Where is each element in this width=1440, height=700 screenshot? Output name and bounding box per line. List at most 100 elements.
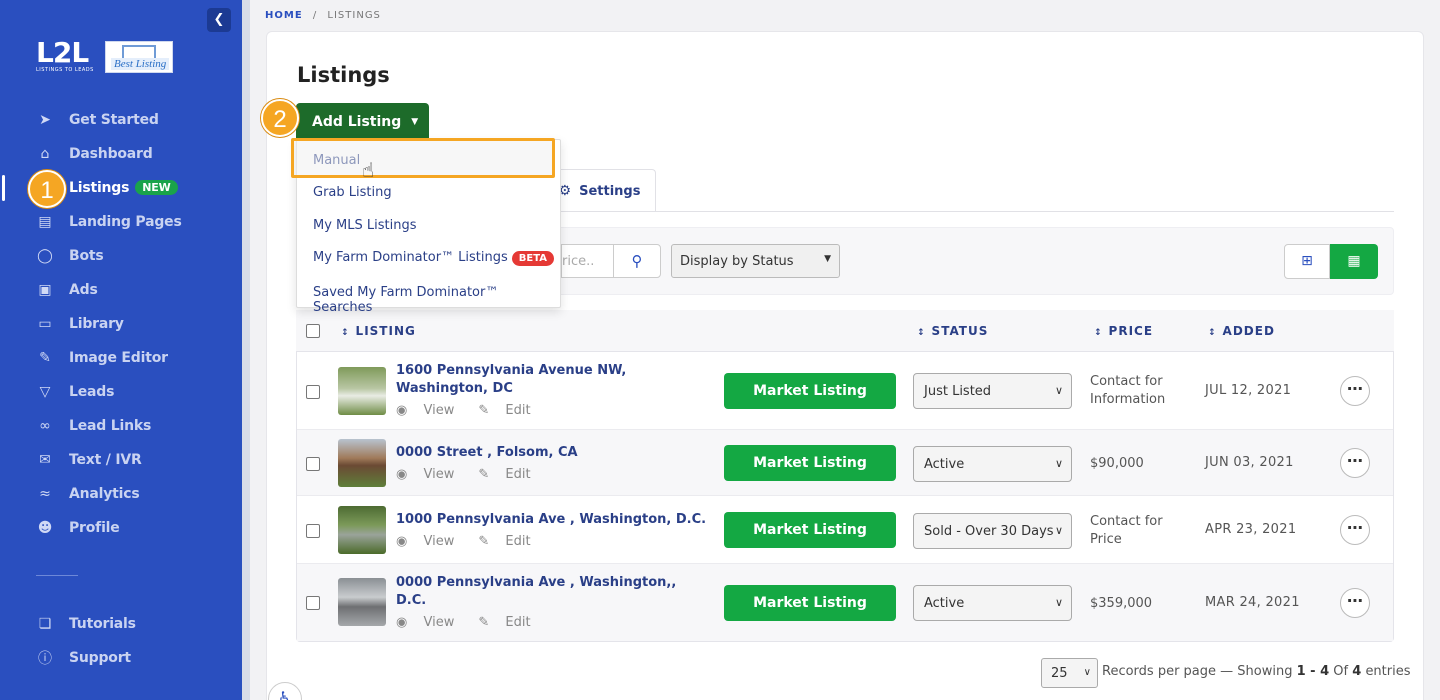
sidebar-item-get-started[interactable]: ➤ Get Started <box>0 103 242 137</box>
active-indicator <box>2 175 5 201</box>
sidebar-item-analytics[interactable]: ≈ Analytics <box>0 477 242 511</box>
row-checkbox[interactable] <box>306 596 320 610</box>
home-icon: ⌂ <box>40 146 50 162</box>
beta-badge: BETA <box>511 251 555 266</box>
sidebar-item-profile[interactable]: ☻ Profile <box>0 511 242 545</box>
view-link[interactable]: ◉ View <box>396 615 466 630</box>
listing-price: Contact for Price <box>1090 514 1163 547</box>
listing-address[interactable]: 0000 Pennsylvania Ave , Washington,, D.C. <box>396 574 696 610</box>
new-badge: NEW <box>135 180 178 195</box>
status-select[interactable]: Just Listed ∨ <box>913 373 1072 409</box>
display-by-status-value: Display by Status <box>680 254 794 269</box>
library-icon: ▭ <box>38 316 52 332</box>
sidebar-item-tutorials[interactable]: ❏ Tutorials <box>0 607 242 641</box>
chat-icon: ◯ <box>37 248 53 264</box>
column-header-price[interactable]: ↕ PRICE <box>1094 324 1153 338</box>
listing-thumbnail[interactable] <box>338 367 386 415</box>
ad-icon: ▣ <box>38 282 52 298</box>
status-select[interactable]: Active ∨ <box>913 585 1072 621</box>
edit-link[interactable]: ✎ Edit <box>478 467 542 482</box>
status-select[interactable]: Sold - Over 30 Days ∨ <box>913 513 1072 549</box>
listing-price: $359,000 <box>1090 596 1153 611</box>
search-button[interactable]: ⚲ <box>613 244 661 278</box>
sidebar-item-label: Ads <box>69 282 98 298</box>
column-header-status[interactable]: ↕ STATUS <box>917 324 988 338</box>
listing-thumbnail[interactable] <box>338 439 386 487</box>
link-icon: ∞ <box>39 418 51 434</box>
view-link[interactable]: ◉ View <box>396 403 466 418</box>
collapse-sidebar-button[interactable]: ❮ <box>207 8 231 32</box>
more-options-button[interactable]: ⋯ <box>1340 588 1370 618</box>
accessibility-icon: ♿ <box>277 688 293 700</box>
more-options-button[interactable]: ⋯ <box>1340 448 1370 478</box>
row-checkbox[interactable] <box>306 457 320 471</box>
add-listing-button[interactable]: Add Listing ▼ <box>296 103 429 140</box>
grid-icon: ⊞ <box>1301 253 1313 269</box>
listing-address[interactable]: 1000 Pennsylvania Ave , Washington, D.C. <box>396 511 716 529</box>
listing-price: Contact for Information <box>1090 374 1166 407</box>
sidebar-item-library[interactable]: ▭ Library <box>0 307 242 341</box>
sort-icon: ↕ <box>1208 328 1217 338</box>
sidebar-item-text-ivr[interactable]: ✉ Text / IVR <box>0 443 242 477</box>
sidebar-item-label: Text / IVR <box>69 452 142 468</box>
row-checkbox[interactable] <box>306 385 320 399</box>
sidebar-item-dashboard[interactable]: ⌂ Dashboard <box>0 137 242 171</box>
market-listing-button[interactable]: Market Listing <box>724 512 896 548</box>
grid-view-button[interactable]: ⊞ <box>1284 244 1330 279</box>
breadcrumb-home[interactable]: HOME <box>265 10 303 21</box>
brand-logo: Best Listing <box>105 41 173 73</box>
market-listing-button[interactable]: Market Listing <box>724 373 896 409</box>
more-options-button[interactable]: ⋯ <box>1340 515 1370 545</box>
select-all-checkbox[interactable] <box>306 324 320 338</box>
sidebar-item-bots[interactable]: ◯ Bots <box>0 239 242 273</box>
ellipsis-icon: ⋯ <box>1347 591 1363 610</box>
sidebar-item-label: Analytics <box>69 486 140 502</box>
display-by-status-select[interactable]: Display by Status ▼ <box>671 244 840 278</box>
more-options-button[interactable]: ⋯ <box>1340 376 1370 406</box>
listing-added-date: APR 23, 2021 <box>1205 522 1297 537</box>
listing-address[interactable]: 1600 Pennsylvania Avenue NW, Washington, … <box>396 362 696 398</box>
caret-down-icon: ▼ <box>411 116 419 127</box>
sidebar-item-support[interactable]: ⓘ Support <box>0 641 242 675</box>
help-icon: ⓘ <box>38 651 52 667</box>
sidebar-item-landing-pages[interactable]: ▤ Landing Pages <box>0 205 242 239</box>
sidebar-item-ads[interactable]: ▣ Ads <box>0 273 242 307</box>
listing-thumbnail[interactable] <box>338 506 386 554</box>
view-link[interactable]: ◉ View <box>396 467 466 482</box>
sidebar-item-label: Leads <box>69 384 115 400</box>
row-checkbox[interactable] <box>306 524 320 538</box>
menu-item-saved-searches[interactable]: Saved My Farm Dominator™ Searches <box>313 285 560 315</box>
chevron-down-icon: ∨ <box>1083 667 1091 678</box>
listing-thumbnail[interactable] <box>338 578 386 626</box>
market-listing-button[interactable]: Market Listing <box>724 585 896 621</box>
sidebar-item-label: Get Started <box>69 112 159 128</box>
menu-item-mls-listings[interactable]: My MLS Listings <box>313 218 417 233</box>
sidebar-item-label: Bots <box>69 248 104 264</box>
listing-address[interactable]: 0000 Street , Folsom, CA <box>396 444 696 462</box>
sort-icon: ↕ <box>917 328 926 338</box>
table-view-button[interactable]: ▦ <box>1330 244 1378 279</box>
ellipsis-icon: ⋯ <box>1347 451 1363 470</box>
edit-link[interactable]: ✎ Edit <box>478 403 542 418</box>
sidebar-item-label: Dashboard <box>69 146 153 162</box>
column-header-listing[interactable]: ↕ LISTING <box>341 324 416 338</box>
sidebar-item-lead-links[interactable]: ∞ Lead Links <box>0 409 242 443</box>
chevron-left-icon: ❮ <box>213 12 225 27</box>
eye-icon: ◉ <box>396 615 408 630</box>
sidebar-item-label: Profile <box>69 520 120 536</box>
sidebar-item-label: Support <box>69 650 131 666</box>
sidebar-item-leads[interactable]: ▽ Leads <box>0 375 242 409</box>
market-listing-button[interactable]: Market Listing <box>724 445 896 481</box>
logo-tagline: LISTINGS TO LEADS <box>36 67 94 73</box>
chevron-down-icon: ∨ <box>1054 596 1063 609</box>
sidebar-item-image-editor[interactable]: ✎ Image Editor <box>0 341 242 375</box>
view-link[interactable]: ◉ View <box>396 534 466 549</box>
column-header-added[interactable]: ↕ ADDED <box>1208 324 1275 338</box>
per-page-select[interactable]: 25 ∨ <box>1041 658 1098 688</box>
edit-link[interactable]: ✎ Edit <box>478 534 542 549</box>
search-input[interactable]: rice.. <box>561 244 614 278</box>
status-select[interactable]: Active ∨ <box>913 446 1072 482</box>
edit-link[interactable]: ✎ Edit <box>478 615 542 630</box>
menu-item-grab-listing[interactable]: Grab Listing <box>313 185 392 200</box>
menu-item-farm-dominator-listings[interactable]: My Farm Dominator™ Listings BETA <box>313 250 555 266</box>
